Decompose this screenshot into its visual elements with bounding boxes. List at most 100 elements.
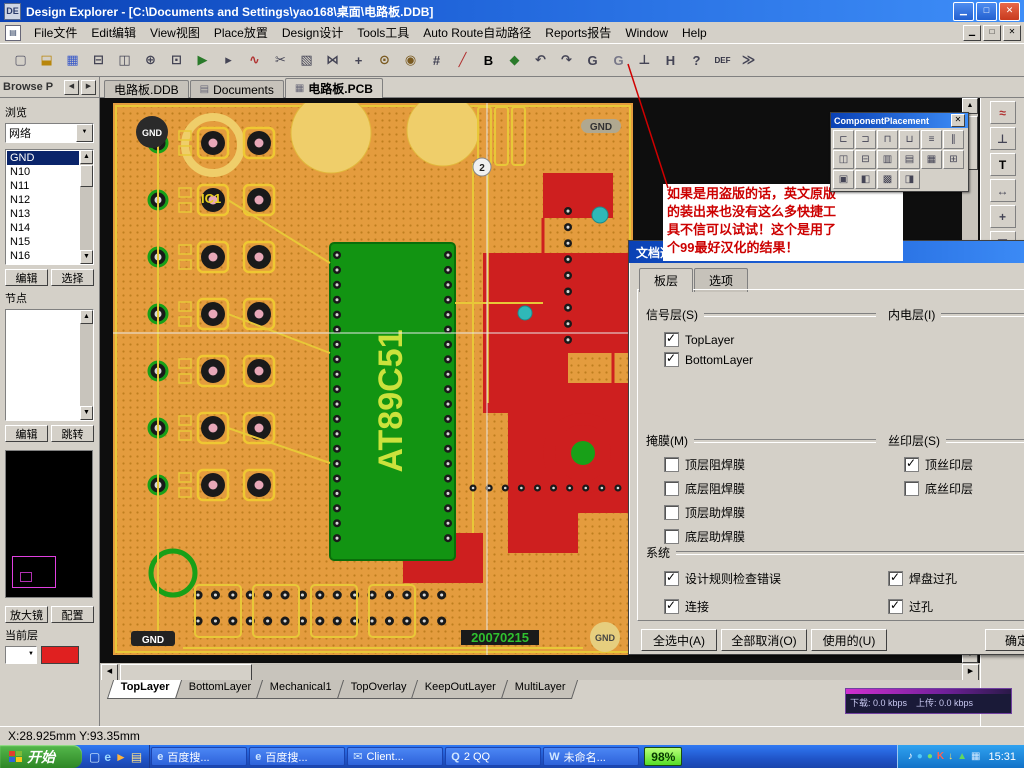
run-icon[interactable]: ▶: [190, 48, 215, 72]
scroll-left-icon[interactable]: ◀: [101, 664, 118, 681]
align-top-icon[interactable]: ⊓: [877, 130, 898, 149]
pad-tool-icon[interactable]: ◉: [398, 48, 423, 72]
checkbox-bottomlayer[interactable]: BottomLayer: [664, 351, 753, 367]
print-icon[interactable]: ⊟: [86, 48, 111, 72]
kaspersky-tray-icon[interactable]: K: [937, 751, 944, 762]
help-icon[interactable]: ?: [684, 48, 709, 72]
checkbox-connections[interactable]: 连接: [664, 598, 709, 615]
qq-tray-icon[interactable]: ●: [917, 751, 923, 762]
goto-prev-icon[interactable]: G: [580, 48, 605, 72]
palette-close-icon[interactable]: ✕: [951, 114, 965, 127]
panel-prev-button[interactable]: ◀: [64, 79, 79, 95]
def-icon[interactable]: DEF: [710, 48, 735, 72]
wire-tool-icon[interactable]: ∿: [242, 48, 267, 72]
new-document-icon[interactable]: ▢: [8, 48, 33, 72]
undo-icon[interactable]: ↶: [528, 48, 553, 72]
polygon-tool-icon[interactable]: ◆: [502, 48, 527, 72]
align-right-icon[interactable]: ⊐: [855, 130, 876, 149]
space-horizontal-icon[interactable]: ▥: [877, 150, 898, 169]
align-center-icon[interactable]: ◨: [899, 170, 920, 189]
pcb-board[interactable]: AT89C51 GND GND GND GND 20070215 IC1 2: [113, 103, 633, 655]
arrange-within-rectangle-icon[interactable]: ⊞: [943, 150, 964, 169]
menu-design[interactable]: Design设计: [275, 22, 350, 43]
menu-view[interactable]: View视图: [143, 22, 207, 43]
pad-place-icon[interactable]: ⊥: [989, 127, 1016, 150]
move-to-grid-icon[interactable]: ▣: [833, 170, 854, 189]
layer-tab-toplayer[interactable]: TopLayer: [106, 680, 182, 699]
net-item[interactable]: N12: [7, 193, 79, 207]
net-list-scrollbar[interactable]: ▲ ▼: [80, 150, 93, 264]
messenger-tray-icon[interactable]: ●: [927, 751, 933, 762]
space-vertical-icon[interactable]: ▤: [899, 150, 920, 169]
dimension-tool-icon[interactable]: ↔: [989, 179, 1016, 202]
menu-place[interactable]: Place放置: [207, 22, 275, 43]
grid-toggle-icon[interactable]: #: [424, 48, 449, 72]
open-icon[interactable]: ⬓: [34, 48, 59, 72]
checkbox-bottom-silkscreen[interactable]: 底丝印层: [904, 480, 973, 497]
tab-pcb[interactable]: ▦ 电路板.PCB: [284, 78, 383, 98]
menu-reports[interactable]: Reports报告: [538, 22, 618, 43]
menu-file[interactable]: File文件: [27, 22, 84, 43]
coordinate-tool-icon[interactable]: +: [989, 205, 1016, 228]
mdi-close-button[interactable]: ✕: [1003, 24, 1021, 41]
checkbox-bottom-solder-mask[interactable]: 底层阻焊膜: [664, 480, 745, 497]
task-button-client[interactable]: ✉ Client...: [347, 747, 444, 766]
deselect-all-button[interactable]: 全部取消(O): [721, 629, 807, 651]
net-item[interactable]: N13: [7, 207, 79, 221]
h-tool-icon[interactable]: H: [658, 48, 683, 72]
net-item[interactable]: GND: [7, 151, 79, 165]
save-icon[interactable]: ▦: [60, 48, 85, 72]
task-button-baidu-2[interactable]: e 百度搜...: [249, 747, 346, 766]
restore-button[interactable]: □: [976, 1, 997, 21]
scroll-right-icon[interactable]: ▶: [962, 664, 979, 681]
checkbox-top-silkscreen[interactable]: 顶丝印层: [904, 456, 973, 473]
zoom-window-icon[interactable]: ⊡: [164, 48, 189, 72]
mdi-minimize-button[interactable]: ▁: [963, 24, 981, 41]
goto-next-icon[interactable]: G: [606, 48, 631, 72]
distribute-vertical-icon[interactable]: ∥: [943, 130, 964, 149]
download-tray-icon[interactable]: ↓: [948, 751, 953, 762]
volume-tray-icon[interactable]: ♪: [908, 751, 913, 762]
dropdown-arrow-icon[interactable]: ▼: [76, 124, 93, 142]
checkbox-drc-errors[interactable]: 设计规则检查错误: [664, 570, 781, 587]
antivirus-tray-icon[interactable]: ▲: [957, 751, 967, 762]
layer-select[interactable]: ▼: [5, 646, 37, 664]
move-tool-icon[interactable]: +: [346, 48, 371, 72]
net-select-button[interactable]: 选择: [51, 269, 94, 286]
network-speed-widget[interactable]: 下载: 0.0 kbps 上传: 0.0 kbps: [845, 688, 1012, 714]
select-area-icon[interactable]: ▧: [294, 48, 319, 72]
mdi-restore-button[interactable]: □: [983, 24, 1001, 41]
start-button[interactable]: 开始: [0, 745, 82, 768]
show-desktop-icon[interactable]: ▢: [89, 750, 100, 764]
menu-tools[interactable]: Tools工具: [350, 22, 416, 43]
tab-ddb[interactable]: 电路板.DDB: [104, 80, 189, 98]
browse-type-select[interactable]: 网络 ▼: [5, 123, 94, 143]
minimize-button[interactable]: ▁: [953, 1, 974, 21]
taskbar-clock[interactable]: 15:31: [988, 751, 1016, 763]
media-player-quick-icon[interactable]: ►: [115, 750, 127, 764]
node-edit-button[interactable]: 编辑: [5, 425, 48, 442]
ground-tool-icon[interactable]: ⊥: [632, 48, 657, 72]
cut-icon[interactable]: ✂: [268, 48, 293, 72]
used-layers-button[interactable]: 使用的(U): [811, 629, 887, 651]
horizontal-scrollbar[interactable]: ◀ ▶: [100, 663, 980, 681]
menu-help[interactable]: Help: [675, 24, 714, 42]
net-tool-icon[interactable]: ⋈: [320, 48, 345, 72]
bold-text-icon[interactable]: B: [476, 48, 501, 72]
arrange-within-room-icon[interactable]: ▦: [921, 150, 942, 169]
configure-button[interactable]: 配置: [51, 606, 94, 623]
node-jump-button[interactable]: 跳转: [51, 425, 94, 442]
scroll-down-icon[interactable]: ▼: [80, 250, 93, 264]
forward-icon[interactable]: ≫: [736, 48, 761, 72]
checkbox-toplayer[interactable]: TopLayer: [664, 331, 734, 347]
select-all-button[interactable]: 全选中(A): [641, 629, 717, 651]
cursor-icon[interactable]: ▸: [216, 48, 241, 72]
scroll-up-icon[interactable]: ▲: [80, 310, 93, 324]
scroll-up-icon[interactable]: ▲: [80, 150, 93, 164]
network-tray-icon[interactable]: ▦: [971, 751, 980, 762]
text-tool-icon[interactable]: T: [989, 153, 1016, 176]
print-preview-icon[interactable]: ◫: [112, 48, 137, 72]
center-vertical-icon[interactable]: ⊟: [855, 150, 876, 169]
scroll-down-icon[interactable]: ▼: [80, 406, 93, 420]
checkbox-top-paste-mask[interactable]: 顶层助焊膜: [664, 504, 745, 521]
